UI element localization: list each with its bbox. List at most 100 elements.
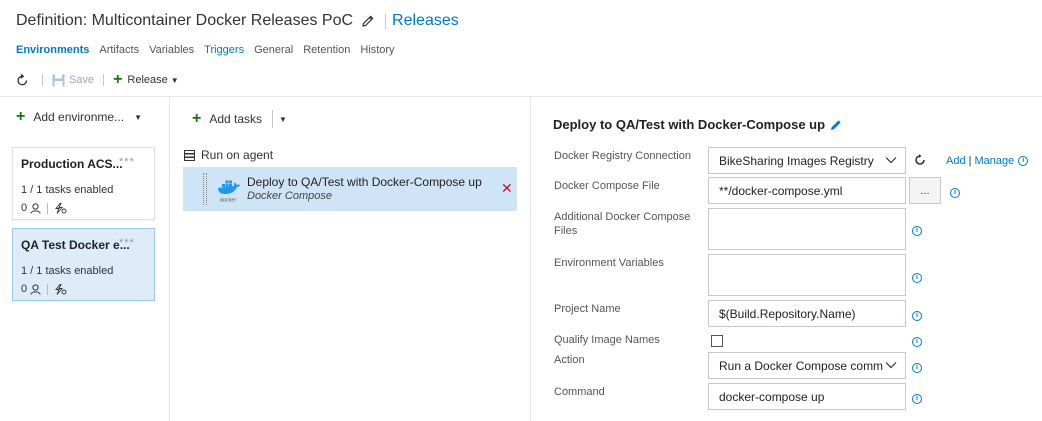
info-icon[interactable]: i xyxy=(912,311,922,321)
split-divider xyxy=(272,110,274,128)
release-button[interactable]: + Release ▼ xyxy=(113,71,179,88)
refresh-registry-button[interactable] xyxy=(914,154,926,169)
task-type: Docker Compose xyxy=(247,190,332,202)
project-name-value: $(Build.Repository.Name) xyxy=(719,306,856,321)
info-icon[interactable]: i xyxy=(950,188,960,198)
phase-label: Run on agent xyxy=(201,148,274,162)
add-tasks-button[interactable]: + Add tasks xyxy=(192,110,263,127)
plus-icon: + xyxy=(113,71,123,88)
divider xyxy=(47,202,49,214)
pencil-icon[interactable] xyxy=(830,119,842,131)
qualify-image-names-checkbox[interactable] xyxy=(711,335,723,347)
tab-bar: Environments Artifacts Variables Trigger… xyxy=(16,44,405,56)
task-details-panel: Deploy to QA/Test with Docker-Compose up… xyxy=(531,97,1042,421)
phase-run-on-agent[interactable]: Run on agent xyxy=(184,148,273,162)
person-icon xyxy=(30,202,41,214)
deploy-conditions-icon xyxy=(55,202,67,214)
toolbar: Save + Release ▼ xyxy=(16,72,179,88)
info-icon[interactable]: i xyxy=(1018,156,1029,166)
plus-icon: + xyxy=(192,110,202,127)
tab-environments[interactable]: Environments xyxy=(16,44,89,56)
tab-general[interactable]: General xyxy=(254,44,293,56)
drag-handle-icon[interactable] xyxy=(203,173,207,205)
tab-history[interactable]: History xyxy=(360,44,394,56)
add-registry-link[interactable]: Add xyxy=(946,155,966,167)
refresh-button[interactable] xyxy=(16,73,33,87)
page-title: Definition: Multicontainer Docker Releas… xyxy=(16,12,354,29)
environment-status: 0 xyxy=(21,202,67,214)
tab-artifacts[interactable]: Artifacts xyxy=(99,44,139,56)
caret-down-icon: ▼ xyxy=(170,75,179,85)
tasks-enabled-text: 1 / 1 tasks enabled xyxy=(21,265,114,277)
compose-file-label: Docker Compose File xyxy=(554,180,660,192)
release-label: Release xyxy=(127,74,168,86)
more-options-icon[interactable]: *** xyxy=(119,237,135,249)
info-icon[interactable]: i xyxy=(912,363,922,373)
command-value: docker-compose up xyxy=(719,389,825,404)
add-tasks-split-button: + Add tasks ▼ xyxy=(192,110,287,128)
person-icon xyxy=(30,283,41,295)
toolbar-divider xyxy=(42,74,43,86)
task-title-text: Deploy to QA/Test with Docker-Compose up xyxy=(553,117,826,132)
environment-name: QA Test Docker e... xyxy=(21,238,130,252)
info-icon[interactable]: i xyxy=(912,226,922,236)
action-select[interactable]: Run a Docker Compose comm xyxy=(708,352,906,379)
environment-card-production[interactable]: Production ACS... *** 1 / 1 tasks enable… xyxy=(12,147,155,220)
edit-title-button[interactable] xyxy=(359,12,377,30)
qualify-image-names-label: Qualify Image Names xyxy=(554,334,660,346)
toolbar-divider xyxy=(103,74,105,86)
environments-panel: + Add environme... ▼ Production ACS... *… xyxy=(0,97,170,421)
registry-actions: Add | Manage i xyxy=(946,155,1029,167)
add-tasks-dropdown-icon[interactable]: ▼ xyxy=(279,115,287,124)
environment-variables-input[interactable] xyxy=(708,254,906,296)
remove-task-icon[interactable]: ✕ xyxy=(501,181,513,195)
additional-files-label: Additional Docker Compose Files xyxy=(554,211,691,237)
info-icon[interactable]: i xyxy=(912,394,922,404)
more-options-icon[interactable]: *** xyxy=(119,156,135,168)
info-icon[interactable]: i xyxy=(912,337,922,347)
divider xyxy=(47,283,49,295)
project-name-input[interactable]: $(Build.Repository.Name) xyxy=(708,300,906,327)
manage-registry-link[interactable]: Manage xyxy=(974,155,1014,167)
caret-down-icon: ▼ xyxy=(134,112,142,122)
chevron-down-icon xyxy=(885,362,897,369)
command-input[interactable]: docker-compose up xyxy=(708,383,906,410)
info-icon[interactable]: i xyxy=(912,273,922,283)
registry-label: Docker Registry Connection xyxy=(554,150,691,162)
environment-variables-label: Environment Variables xyxy=(554,257,664,269)
docker-icon: docker xyxy=(215,175,241,204)
tab-triggers[interactable]: Triggers xyxy=(204,44,244,56)
task-item[interactable]: docker Deploy to QA/Test with Docker-Com… xyxy=(183,167,517,211)
environment-status: 0 xyxy=(21,283,67,295)
additional-files-input[interactable] xyxy=(708,208,906,250)
refresh-icon xyxy=(17,73,28,85)
pencil-icon xyxy=(362,15,374,27)
server-icon xyxy=(184,149,195,161)
action-label: Action xyxy=(554,354,585,366)
save-icon xyxy=(52,74,65,86)
browse-button[interactable]: ... xyxy=(909,177,941,204)
compose-file-input[interactable]: **/docker-compose.yml xyxy=(708,177,906,204)
tab-variables[interactable]: Variables xyxy=(149,44,194,56)
save-button[interactable]: Save xyxy=(52,74,94,87)
save-label: Save xyxy=(69,74,95,86)
title-divider xyxy=(385,13,387,29)
refresh-icon xyxy=(915,154,925,165)
title-bar: Definition: Multicontainer Docker Releas… xyxy=(16,10,459,32)
docker-logo-text: docker xyxy=(220,198,238,204)
add-tasks-label: Add tasks xyxy=(209,112,263,126)
task-details-title: Deploy to QA/Test with Docker-Compose up xyxy=(553,117,842,132)
environment-name: Production ACS... xyxy=(21,157,123,171)
compose-file-value: **/docker-compose.yml xyxy=(719,183,843,198)
registry-value: BikeSharing Images Registry xyxy=(719,153,874,168)
releases-link[interactable]: Releases xyxy=(392,12,459,30)
environment-card-qa-test[interactable]: QA Test Docker e... *** 1 / 1 tasks enab… xyxy=(12,228,155,301)
tasks-enabled-text: 1 / 1 tasks enabled xyxy=(21,184,114,196)
add-environment-label: Add environme... xyxy=(33,110,125,124)
tasks-panel: + Add tasks ▼ Run on agent docker Deploy… xyxy=(170,97,531,421)
tab-retention[interactable]: Retention xyxy=(303,44,350,56)
add-environment-button[interactable]: + Add environme... ▼ xyxy=(16,109,142,125)
registry-select[interactable]: BikeSharing Images Registry xyxy=(708,147,906,174)
command-label: Command xyxy=(554,386,605,398)
approver-count: 0 xyxy=(21,202,28,214)
